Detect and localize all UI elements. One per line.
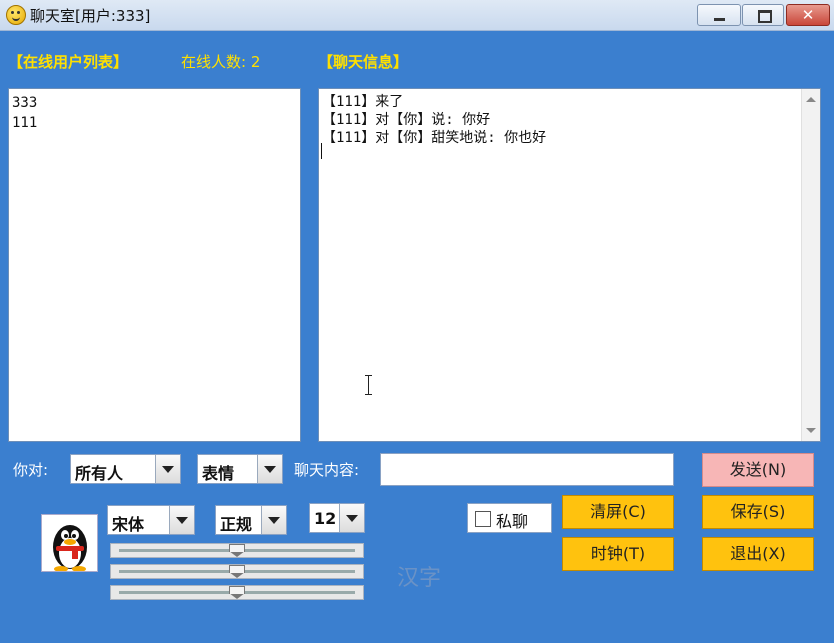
expression-select[interactable]: 表情 bbox=[197, 454, 283, 484]
chat-message: 【111】对【你】说: 你好 bbox=[322, 112, 491, 128]
private-chat-toggle[interactable]: 私聊 bbox=[467, 503, 552, 533]
slider-thumb[interactable] bbox=[229, 544, 245, 557]
chat-window: 聊天室[用户:333] ✕ 【在线用户列表】 在线人数: 2 【聊天信息】 33… bbox=[0, 0, 834, 643]
chat-message: 【111】对【你】甜笑地说: 你也好 bbox=[322, 130, 547, 146]
chevron-down-icon[interactable] bbox=[169, 506, 194, 534]
text-caret bbox=[321, 143, 322, 159]
color-slider-green[interactable] bbox=[110, 564, 364, 579]
user-list-item[interactable]: 111 bbox=[12, 113, 297, 133]
smiley-icon bbox=[6, 5, 26, 25]
chat-info-label: 【聊天信息】 bbox=[318, 53, 409, 71]
color-slider-red[interactable] bbox=[110, 543, 364, 558]
user-list-item[interactable]: 333 bbox=[12, 93, 297, 113]
font-style-select-value: 正规 bbox=[220, 515, 253, 534]
title-bar[interactable]: 聊天室[用户:333] ✕ bbox=[0, 0, 834, 31]
slider-thumb[interactable] bbox=[229, 565, 245, 578]
ibeam-cursor-icon bbox=[365, 375, 372, 395]
font-style-select[interactable]: 正规 bbox=[215, 505, 287, 535]
recipient-select-value: 所有人 bbox=[75, 464, 124, 483]
window-title: 聊天室[用户:333] bbox=[30, 7, 151, 25]
chevron-down-icon[interactable] bbox=[155, 455, 180, 483]
private-chat-label: 私聊 bbox=[496, 512, 529, 531]
penguin-avatar bbox=[41, 514, 98, 572]
chat-message-area[interactable]: 【111】来了 【111】对【你】说: 你好 【111】对【你】甜笑地说: 你也… bbox=[318, 88, 821, 442]
clock-button[interactable]: 时钟(T) bbox=[562, 537, 674, 571]
font-size-select[interactable]: 12 bbox=[309, 503, 365, 533]
color-slider-blue[interactable] bbox=[110, 585, 364, 600]
chevron-down-icon[interactable] bbox=[261, 506, 286, 534]
private-chat-checkbox[interactable] bbox=[475, 511, 491, 527]
font-size-select-value: 12 bbox=[314, 509, 337, 528]
minimize-button[interactable] bbox=[697, 4, 741, 26]
chat-message: 【111】来了 bbox=[322, 94, 404, 110]
chevron-down-icon[interactable] bbox=[339, 504, 364, 532]
online-count-label: 在线人数: 2 bbox=[181, 53, 261, 71]
chevron-down-icon[interactable] bbox=[257, 455, 282, 483]
message-input[interactable] bbox=[380, 453, 674, 486]
close-button[interactable]: ✕ bbox=[786, 4, 830, 26]
scroll-down-icon[interactable] bbox=[806, 428, 816, 433]
online-user-list[interactable]: 333 111 bbox=[8, 88, 301, 442]
maximize-icon bbox=[758, 10, 772, 23]
font-select[interactable]: 宋体 bbox=[107, 505, 195, 535]
font-select-value: 宋体 bbox=[112, 515, 145, 534]
font-preview-text: 汉字 bbox=[397, 566, 442, 591]
recipient-select[interactable]: 所有人 bbox=[70, 454, 181, 484]
exit-button[interactable]: 退出(X) bbox=[702, 537, 814, 571]
chat-messages: 【111】来了 【111】对【你】说: 你好 【111】对【你】甜笑地说: 你也… bbox=[322, 93, 546, 147]
expression-select-value: 表情 bbox=[202, 464, 235, 483]
close-icon: ✕ bbox=[801, 6, 815, 24]
scroll-up-icon[interactable] bbox=[806, 97, 816, 102]
maximize-button[interactable] bbox=[742, 4, 784, 26]
recipient-label: 你对: bbox=[13, 461, 49, 479]
online-user-list-label: 【在线用户列表】 bbox=[8, 53, 129, 71]
save-button[interactable]: 保存(S) bbox=[702, 495, 814, 529]
send-button[interactable]: 发送(N) bbox=[702, 453, 814, 487]
clear-screen-button[interactable]: 清屏(C) bbox=[562, 495, 674, 529]
message-content-label: 聊天内容: bbox=[294, 461, 360, 479]
chat-scrollbar[interactable] bbox=[801, 89, 820, 441]
slider-thumb[interactable] bbox=[229, 586, 245, 599]
minimize-icon bbox=[714, 18, 725, 21]
penguin-icon bbox=[53, 525, 87, 571]
